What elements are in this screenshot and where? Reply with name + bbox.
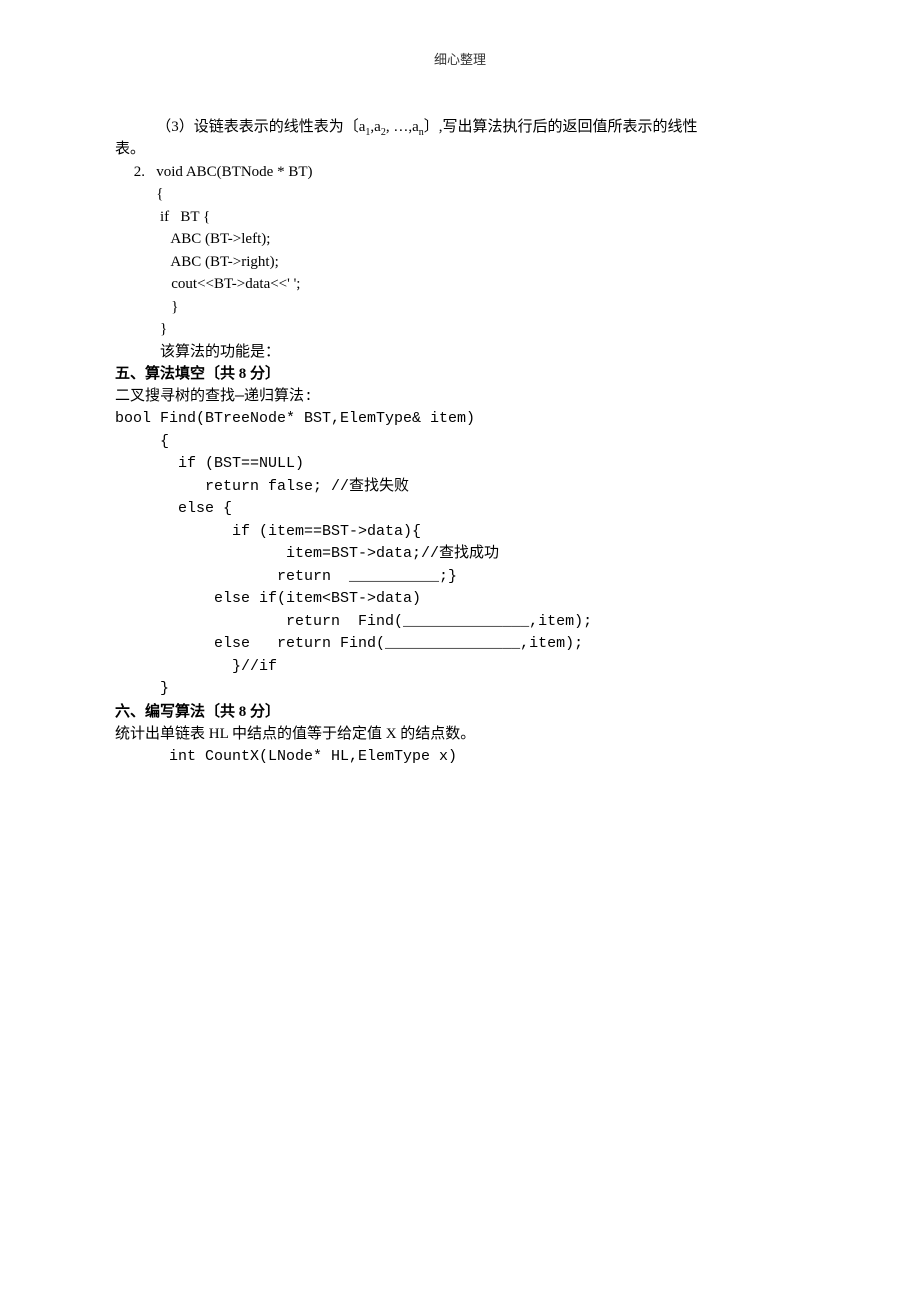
text-line: 2. void ABC(BTNode * BT)	[115, 161, 805, 184]
code-line: return false; //查找失败	[115, 476, 805, 499]
text-line: 统计出单链表 HL 中结点的值等于给定值 X 的结点数。	[115, 723, 805, 746]
code-line: int CountX(LNode* HL,ElemType x)	[115, 746, 805, 769]
code-line: {	[115, 431, 805, 454]
code-line: }//if	[115, 656, 805, 679]
page-header: 细心整理	[115, 50, 805, 70]
section-heading-5: 五、算法填空〔共 8 分〕	[115, 363, 805, 386]
code-line: return __________;}	[115, 566, 805, 589]
text-line: }	[115, 318, 805, 341]
text-line: if BT {	[115, 206, 805, 229]
code-line: bool Find(BTreeNode* BST,ElemType& item)	[115, 408, 805, 431]
code-line: }	[115, 678, 805, 701]
section-heading-6: 六、编写算法〔共 8 分〕	[115, 701, 805, 724]
code-line: else {	[115, 498, 805, 521]
text: ,a	[370, 119, 380, 135]
text-line: 该算法的功能是：	[115, 341, 805, 364]
text-line: {	[115, 183, 805, 206]
text: 〕,写出算法执行后的返回值所表示的线性	[424, 119, 698, 135]
text: , …,a	[386, 119, 419, 135]
document-page: 细心整理 （3）设链表表示的线性表为〔a1,a2, …,an〕,写出算法执行后的…	[0, 0, 920, 1302]
text-line: （3）设链表表示的线性表为〔a1,a2, …,an〕,写出算法执行后的返回值所表…	[115, 116, 805, 139]
document-body: （3）设链表表示的线性表为〔a1,a2, …,an〕,写出算法执行后的返回值所表…	[115, 116, 805, 769]
text-line: ABC (BT->right);	[115, 251, 805, 274]
code-line: else return Find(_______________,item);	[115, 633, 805, 656]
code-line: else if(item<BST->data)	[115, 588, 805, 611]
code-line: item=BST->data;//查找成功	[115, 543, 805, 566]
text-line: 表。	[115, 138, 805, 161]
text-line: cout<<BT->data<<' ';	[115, 273, 805, 296]
text-line: ABC (BT->left);	[115, 228, 805, 251]
code-line: if (BST==NULL)	[115, 453, 805, 476]
code-line: return Find(______________,item);	[115, 611, 805, 634]
text-line: 二叉搜寻树的查找—递归算法:	[115, 386, 805, 409]
code-line: if (item==BST->data){	[115, 521, 805, 544]
text-line: }	[115, 296, 805, 319]
text: （3）设链表表示的线性表为〔a	[115, 119, 365, 135]
